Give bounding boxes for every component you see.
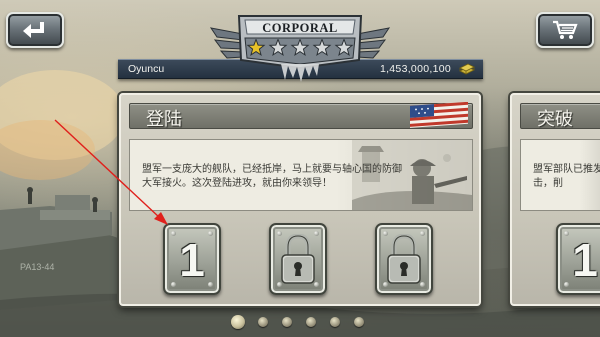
mission-description-box: 盟军一支庞大的舰队，已经抵岸，马上就要与轴心国的防御大军接火。这次登陆进攻，就由… xyxy=(129,139,473,211)
cash-stack-icon xyxy=(459,63,475,75)
padlock-icon xyxy=(387,234,421,284)
mission-card-landing: 登陆 盟军一支庞大的舰队，已经抵岸，马上就要与轴心国的防御大军接火。这次登陆进攻… xyxy=(119,93,481,306)
level-number: 1 xyxy=(179,234,205,286)
rank-star-empty xyxy=(312,39,332,57)
page-dot[interactable] xyxy=(354,317,364,327)
page-dot[interactable] xyxy=(330,317,340,327)
level-1-button[interactable]: 1 xyxy=(556,223,600,295)
shop-cart-button[interactable] xyxy=(536,12,594,48)
mission-description: 盟军一支庞大的舰队，已经抵岸，马上就要与轴心国的防御大军接火。这次登陆进攻，就由… xyxy=(142,164,402,189)
level-1-button[interactable]: 1 xyxy=(163,223,221,295)
mission-description-box: 盟军部队已推发动攻击，削 xyxy=(520,139,600,211)
svg-text:PA13-44: PA13-44 xyxy=(20,262,54,272)
mission-title: 突破 xyxy=(537,109,573,130)
level-2-locked-button[interactable] xyxy=(269,223,327,295)
rank-emblem: CORPORAL xyxy=(209,10,391,84)
rank-star-empty xyxy=(334,39,354,57)
shopping-cart-icon xyxy=(553,20,578,39)
back-button[interactable] xyxy=(6,12,64,48)
page-dot[interactable] xyxy=(282,317,292,327)
page-dot[interactable] xyxy=(231,315,245,329)
mission-card-header: 登陆 xyxy=(129,102,473,130)
rank-star-empty xyxy=(268,39,288,57)
back-arrow-icon xyxy=(23,22,44,38)
player-name: Oyuncu xyxy=(128,63,165,75)
page-dot[interactable] xyxy=(306,317,316,327)
rank-title: CORPORAL xyxy=(262,21,338,35)
rank-star-empty xyxy=(290,39,310,57)
level-3-locked-button[interactable] xyxy=(375,223,433,295)
page-indicator xyxy=(231,315,371,329)
usa-flag-icon xyxy=(410,102,468,128)
mission-card-header: 突破 xyxy=(520,103,600,130)
mission-title: 登陆 xyxy=(146,109,182,130)
level-number: 1 xyxy=(572,234,598,286)
rank-stars xyxy=(246,39,354,57)
padlock-icon xyxy=(281,234,315,284)
page-dot[interactable] xyxy=(258,317,268,327)
rank-star-filled xyxy=(246,39,266,57)
mission-description: 盟军部队已推发动攻击，削 xyxy=(533,164,600,189)
mission-select-screen: PA13-44 Oyuncu 1,453,000,100 CORPORAL 登陆… xyxy=(0,0,600,337)
mission-card-breakthrough[interactable]: 突破 盟军部队已推发动攻击，削 1 xyxy=(510,93,600,306)
